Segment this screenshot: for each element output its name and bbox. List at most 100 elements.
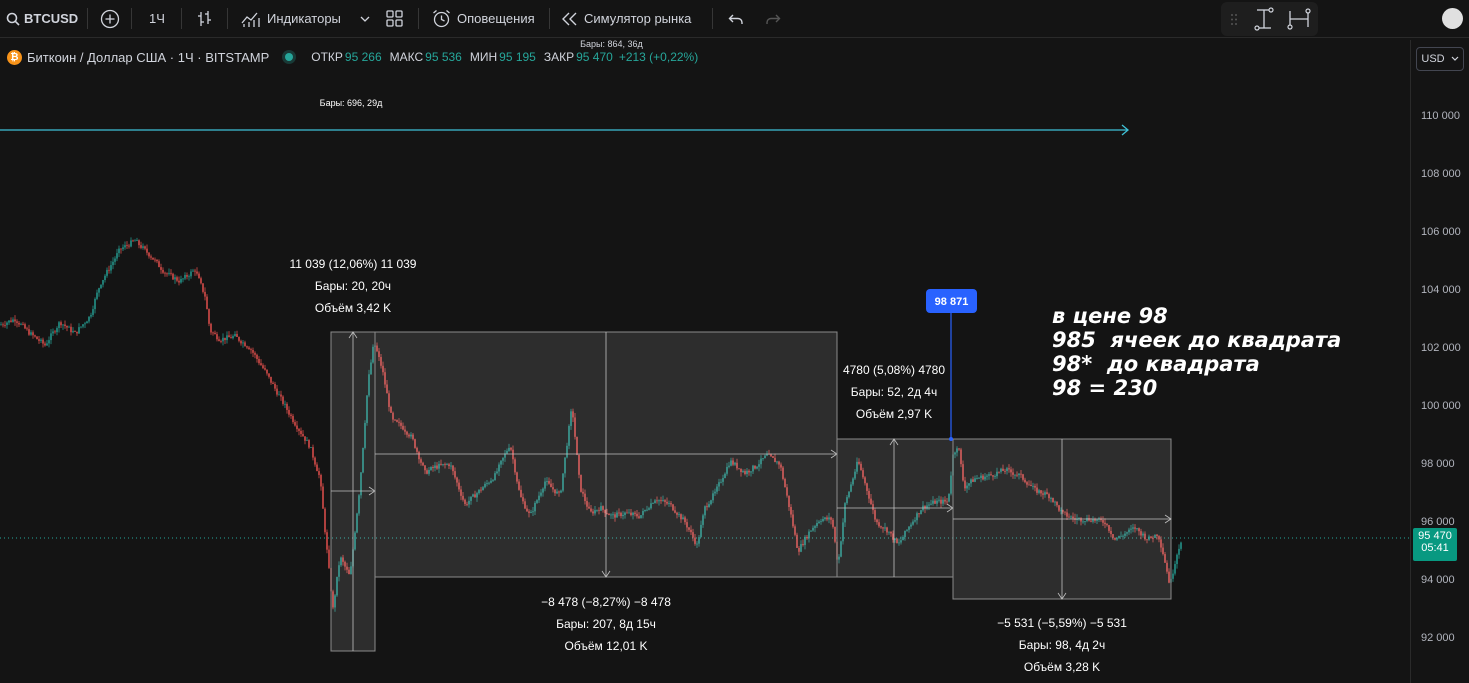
alerts-label: Оповещения bbox=[457, 11, 535, 26]
candle-body bbox=[280, 394, 282, 397]
bar-countdown: 05:41 bbox=[1421, 542, 1449, 554]
candle-body bbox=[98, 288, 100, 293]
candle-body bbox=[296, 425, 298, 430]
price-range-icon bbox=[1254, 7, 1274, 31]
candle-body bbox=[140, 245, 142, 248]
candle-body bbox=[326, 532, 328, 550]
measure-4-bars: Бары: 98, 4д 2ч bbox=[1018, 638, 1106, 652]
layout-button[interactable] bbox=[386, 0, 403, 37]
candle-body bbox=[92, 309, 94, 315]
date-range-tool-button[interactable] bbox=[1287, 7, 1311, 36]
user-avatar[interactable] bbox=[1442, 8, 1463, 29]
candle-body bbox=[222, 337, 224, 342]
candle-body bbox=[196, 271, 198, 274]
note-line-3: 98* до квадрата bbox=[1052, 352, 1260, 376]
candle-body bbox=[100, 284, 102, 289]
measure-3-bars: Бары: 52, 2д 4ч bbox=[850, 385, 938, 399]
candle-body bbox=[188, 276, 190, 278]
candle-body bbox=[24, 324, 26, 329]
candle-body bbox=[244, 342, 246, 347]
indicators-label: Индикаторы bbox=[267, 11, 341, 26]
date-range-label-text: Бары: 696, 29д bbox=[319, 98, 383, 108]
candle-body bbox=[50, 333, 52, 341]
price-axis[interactable]: 110 000 108 000 106 000 104 000 102 000 100 0… bbox=[1410, 40, 1469, 683]
candle-body bbox=[308, 440, 310, 448]
candle-body bbox=[252, 350, 254, 353]
drag-handle-icon[interactable] bbox=[1230, 13, 1238, 31]
candle-body bbox=[266, 369, 268, 374]
candle-body bbox=[164, 272, 166, 274]
candle-body bbox=[236, 334, 238, 337]
candle-body bbox=[86, 321, 88, 324]
candle-body bbox=[58, 322, 60, 329]
top-toolbar: BTCUSD 1Ч Индикаторы Оповещения Симулято… bbox=[0, 0, 1469, 38]
chart-type-button[interactable] bbox=[197, 0, 213, 37]
indicators-dropdown-button[interactable] bbox=[360, 0, 370, 37]
price-marker-anchor[interactable] bbox=[949, 437, 953, 441]
grid-layout-icon bbox=[386, 10, 403, 27]
price-tick: 104 000 bbox=[1421, 284, 1461, 296]
date-range-icon bbox=[1287, 8, 1311, 30]
price-range-measure-1[interactable] bbox=[330, 331, 376, 652]
candle-body bbox=[28, 329, 30, 335]
candle-body bbox=[148, 252, 150, 257]
candle-body bbox=[128, 245, 130, 247]
price-range-tool-button[interactable] bbox=[1253, 7, 1275, 36]
candle-body bbox=[46, 343, 48, 346]
market-replay-button[interactable]: Симулятор рынка bbox=[561, 0, 691, 37]
candle-body bbox=[240, 340, 242, 344]
candle-body bbox=[292, 415, 294, 423]
redo-button[interactable] bbox=[765, 0, 781, 37]
candle-body bbox=[40, 339, 42, 341]
symbol-search-button[interactable]: BTCUSD bbox=[6, 0, 78, 37]
candle-body bbox=[192, 270, 194, 272]
price-tick: 108 000 bbox=[1421, 168, 1461, 180]
candle-body bbox=[310, 447, 312, 448]
candle-body bbox=[314, 457, 316, 465]
price-range-measure-2[interactable] bbox=[374, 331, 838, 578]
candle-body bbox=[36, 336, 38, 340]
candle-body bbox=[274, 383, 276, 389]
measure-4-label: −5 531 (−5,59%) −5 531 Бары: 98, 4д 2ч О… bbox=[952, 612, 1172, 678]
price-range-measure-4[interactable] bbox=[952, 438, 1172, 600]
measure-2-volume: Объём 12,01 K bbox=[564, 639, 648, 653]
measure-1-change: 11 039 (12,06%) 11 039 bbox=[289, 257, 417, 271]
drawing-toolbar bbox=[1221, 2, 1318, 36]
candle-body bbox=[214, 332, 216, 335]
candle-body bbox=[202, 283, 204, 292]
candle-body bbox=[176, 277, 178, 281]
candle-body bbox=[110, 265, 112, 271]
compare-button[interactable] bbox=[100, 0, 120, 37]
price-tick: 94 000 bbox=[1421, 574, 1455, 586]
text-annotation[interactable]: в цене 98 985 ячеек до квадрата 98* до к… bbox=[1052, 304, 1341, 400]
candle-body bbox=[294, 422, 296, 426]
candle-body bbox=[132, 240, 134, 242]
price-tick: 110 000 bbox=[1421, 110, 1460, 122]
candle-body bbox=[42, 339, 44, 344]
candle-body bbox=[134, 240, 136, 242]
price-range-measure-3[interactable] bbox=[836, 438, 954, 578]
candle-body bbox=[120, 248, 122, 250]
measure-2-change: −8 478 (−8,27%) −8 478 bbox=[541, 595, 671, 609]
candle-body bbox=[108, 269, 110, 271]
indicators-button[interactable]: Индикаторы bbox=[241, 0, 341, 37]
alerts-button[interactable]: Оповещения bbox=[432, 0, 535, 37]
candle-body bbox=[178, 280, 180, 283]
candle-body bbox=[8, 320, 10, 323]
search-icon bbox=[6, 12, 20, 26]
candle-body bbox=[210, 323, 212, 333]
candle-body bbox=[144, 246, 146, 249]
candle-body bbox=[328, 549, 330, 568]
candle-body bbox=[174, 277, 176, 280]
undo-button[interactable] bbox=[728, 0, 744, 37]
candle-body bbox=[260, 363, 262, 366]
candle-body bbox=[288, 409, 290, 415]
candle-body bbox=[312, 447, 314, 458]
candle-body bbox=[238, 336, 240, 341]
price-tick: 102 000 bbox=[1421, 342, 1461, 354]
candle-body bbox=[102, 280, 104, 285]
candle-body bbox=[226, 335, 228, 341]
candle-body bbox=[194, 270, 196, 272]
interval-button[interactable]: 1Ч bbox=[149, 0, 165, 37]
candle-body bbox=[54, 331, 56, 333]
